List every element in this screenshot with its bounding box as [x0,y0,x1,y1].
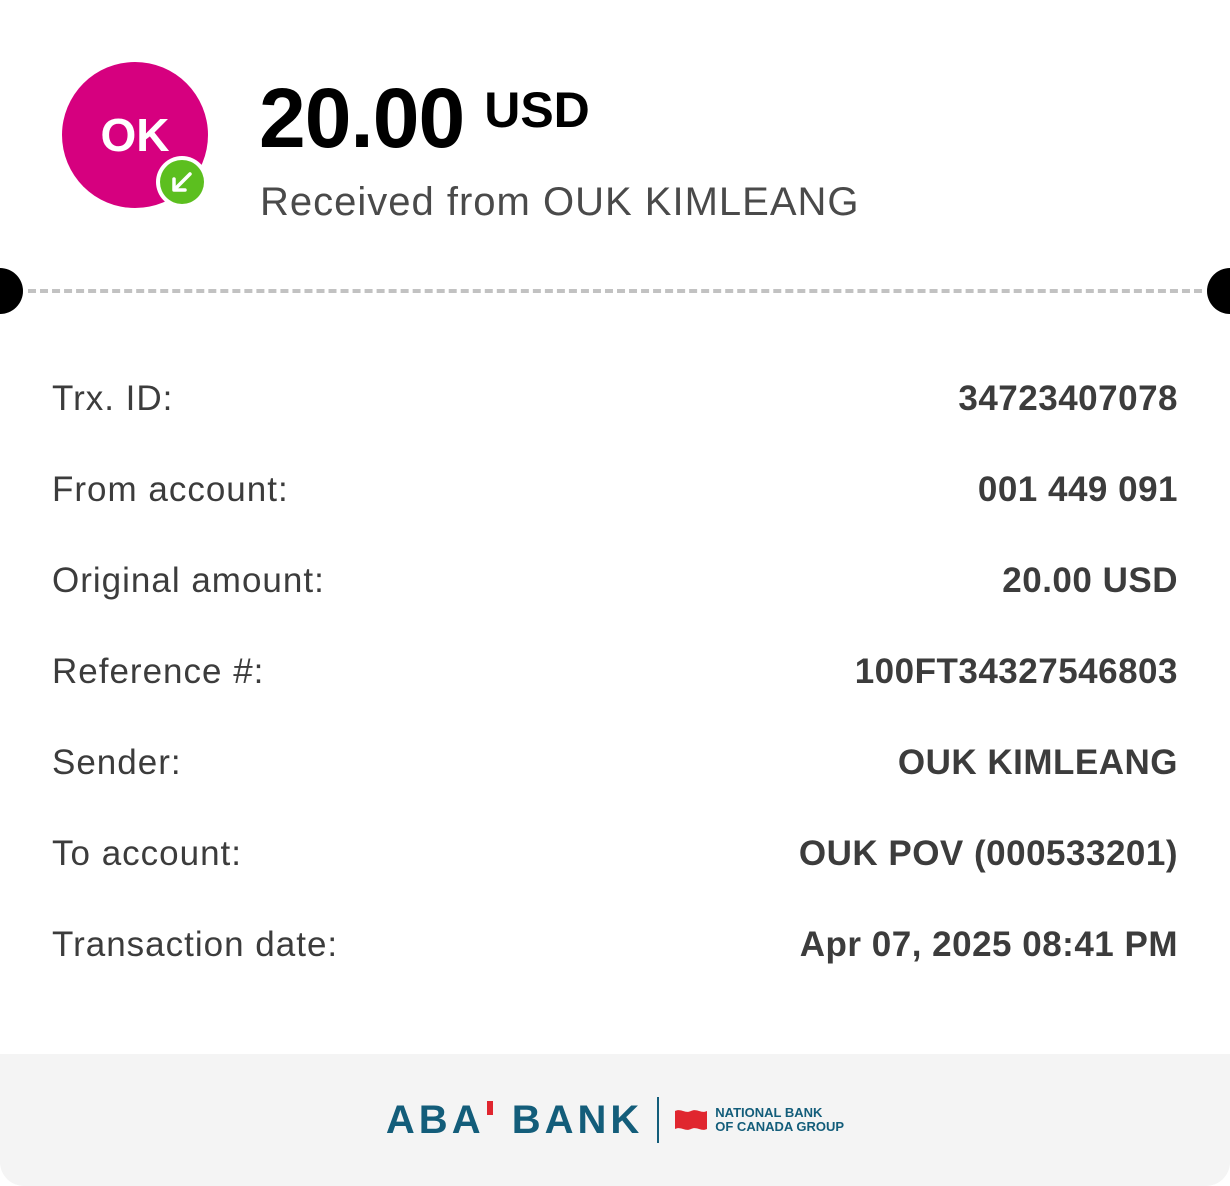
received-badge [156,156,208,208]
amount-line: 20.00 USD [259,70,590,167]
detail-value: 001 449 091 [977,469,1178,509]
brand-divider [657,1097,660,1143]
right-notch [1207,268,1230,314]
detail-row-to-account: To account: OUK POV (000533201) [52,808,1178,899]
detail-value: 34723407078 [958,378,1178,418]
detail-label: Reference #: [52,651,265,691]
aba-logo-part2: BANK [511,1097,644,1142]
detail-row-trx-id: Trx. ID: 34723407078 [52,353,1178,444]
nbc-flag-icon [675,1110,708,1130]
amount-value: 20.00 [259,71,465,165]
detail-value: OUK POV (000533201) [798,833,1178,873]
detail-label: Transaction date: [52,924,339,964]
detail-value: OUK KIMLEANG [897,742,1178,782]
aba-logo-tick-icon [486,1100,493,1115]
detail-label: Trx. ID: [52,378,174,418]
aba-logo-part1: ABA [385,1097,485,1142]
aba-bank-logo: ABA BANK [386,1098,643,1143]
detail-row-transaction-date: Transaction date: Apr 07, 2025 08:41 PM [52,899,1178,990]
bank-brand: ABA BANK NATIONAL BANK OF CANADA GROUP [386,1097,844,1143]
dashed-divider [28,289,1202,293]
tear-separator [0,268,1230,314]
detail-label: From account: [52,469,289,509]
detail-value: Apr 07, 2025 08:41 PM [799,924,1178,964]
detail-label: Original amount: [52,560,325,600]
avatar-initials: OK [100,109,170,161]
amount-currency: USD [484,82,590,138]
received-badge-circle [160,160,204,204]
detail-row-from-account: From account: 001 449 091 [52,444,1178,535]
partner-text: NATIONAL BANK OF CANADA GROUP [715,1106,844,1134]
detail-row-original-amount: Original amount: 20.00 USD [52,535,1178,626]
partner-line1: NATIONAL BANK [715,1105,823,1120]
receipt-footer: ABA BANK NATIONAL BANK OF CANADA GROUP [0,1054,1230,1186]
detail-value: 100FT34327546803 [854,651,1178,691]
receipt-header: OK 20.00 USD Received from OUK KIMLEANG [0,0,1230,290]
detail-row-reference: Reference #: 100FT34327546803 [52,626,1178,717]
detail-label: To account: [52,833,242,873]
transaction-receipt: OK 20.00 USD Received from OUK KIMLEANG … [0,0,1230,1186]
arrow-down-left-icon [172,172,192,192]
detail-value: 20.00 USD [1002,560,1178,600]
detail-row-sender: Sender: OUK KIMLEANG [52,717,1178,808]
transaction-details: Trx. ID: 34723407078 From account: 001 4… [52,353,1178,990]
detail-label: Sender: [52,742,182,782]
partner-line2: OF CANADA GROUP [715,1119,845,1134]
left-notch [0,268,23,314]
transaction-subtitle: Received from OUK KIMLEANG [260,180,860,224]
